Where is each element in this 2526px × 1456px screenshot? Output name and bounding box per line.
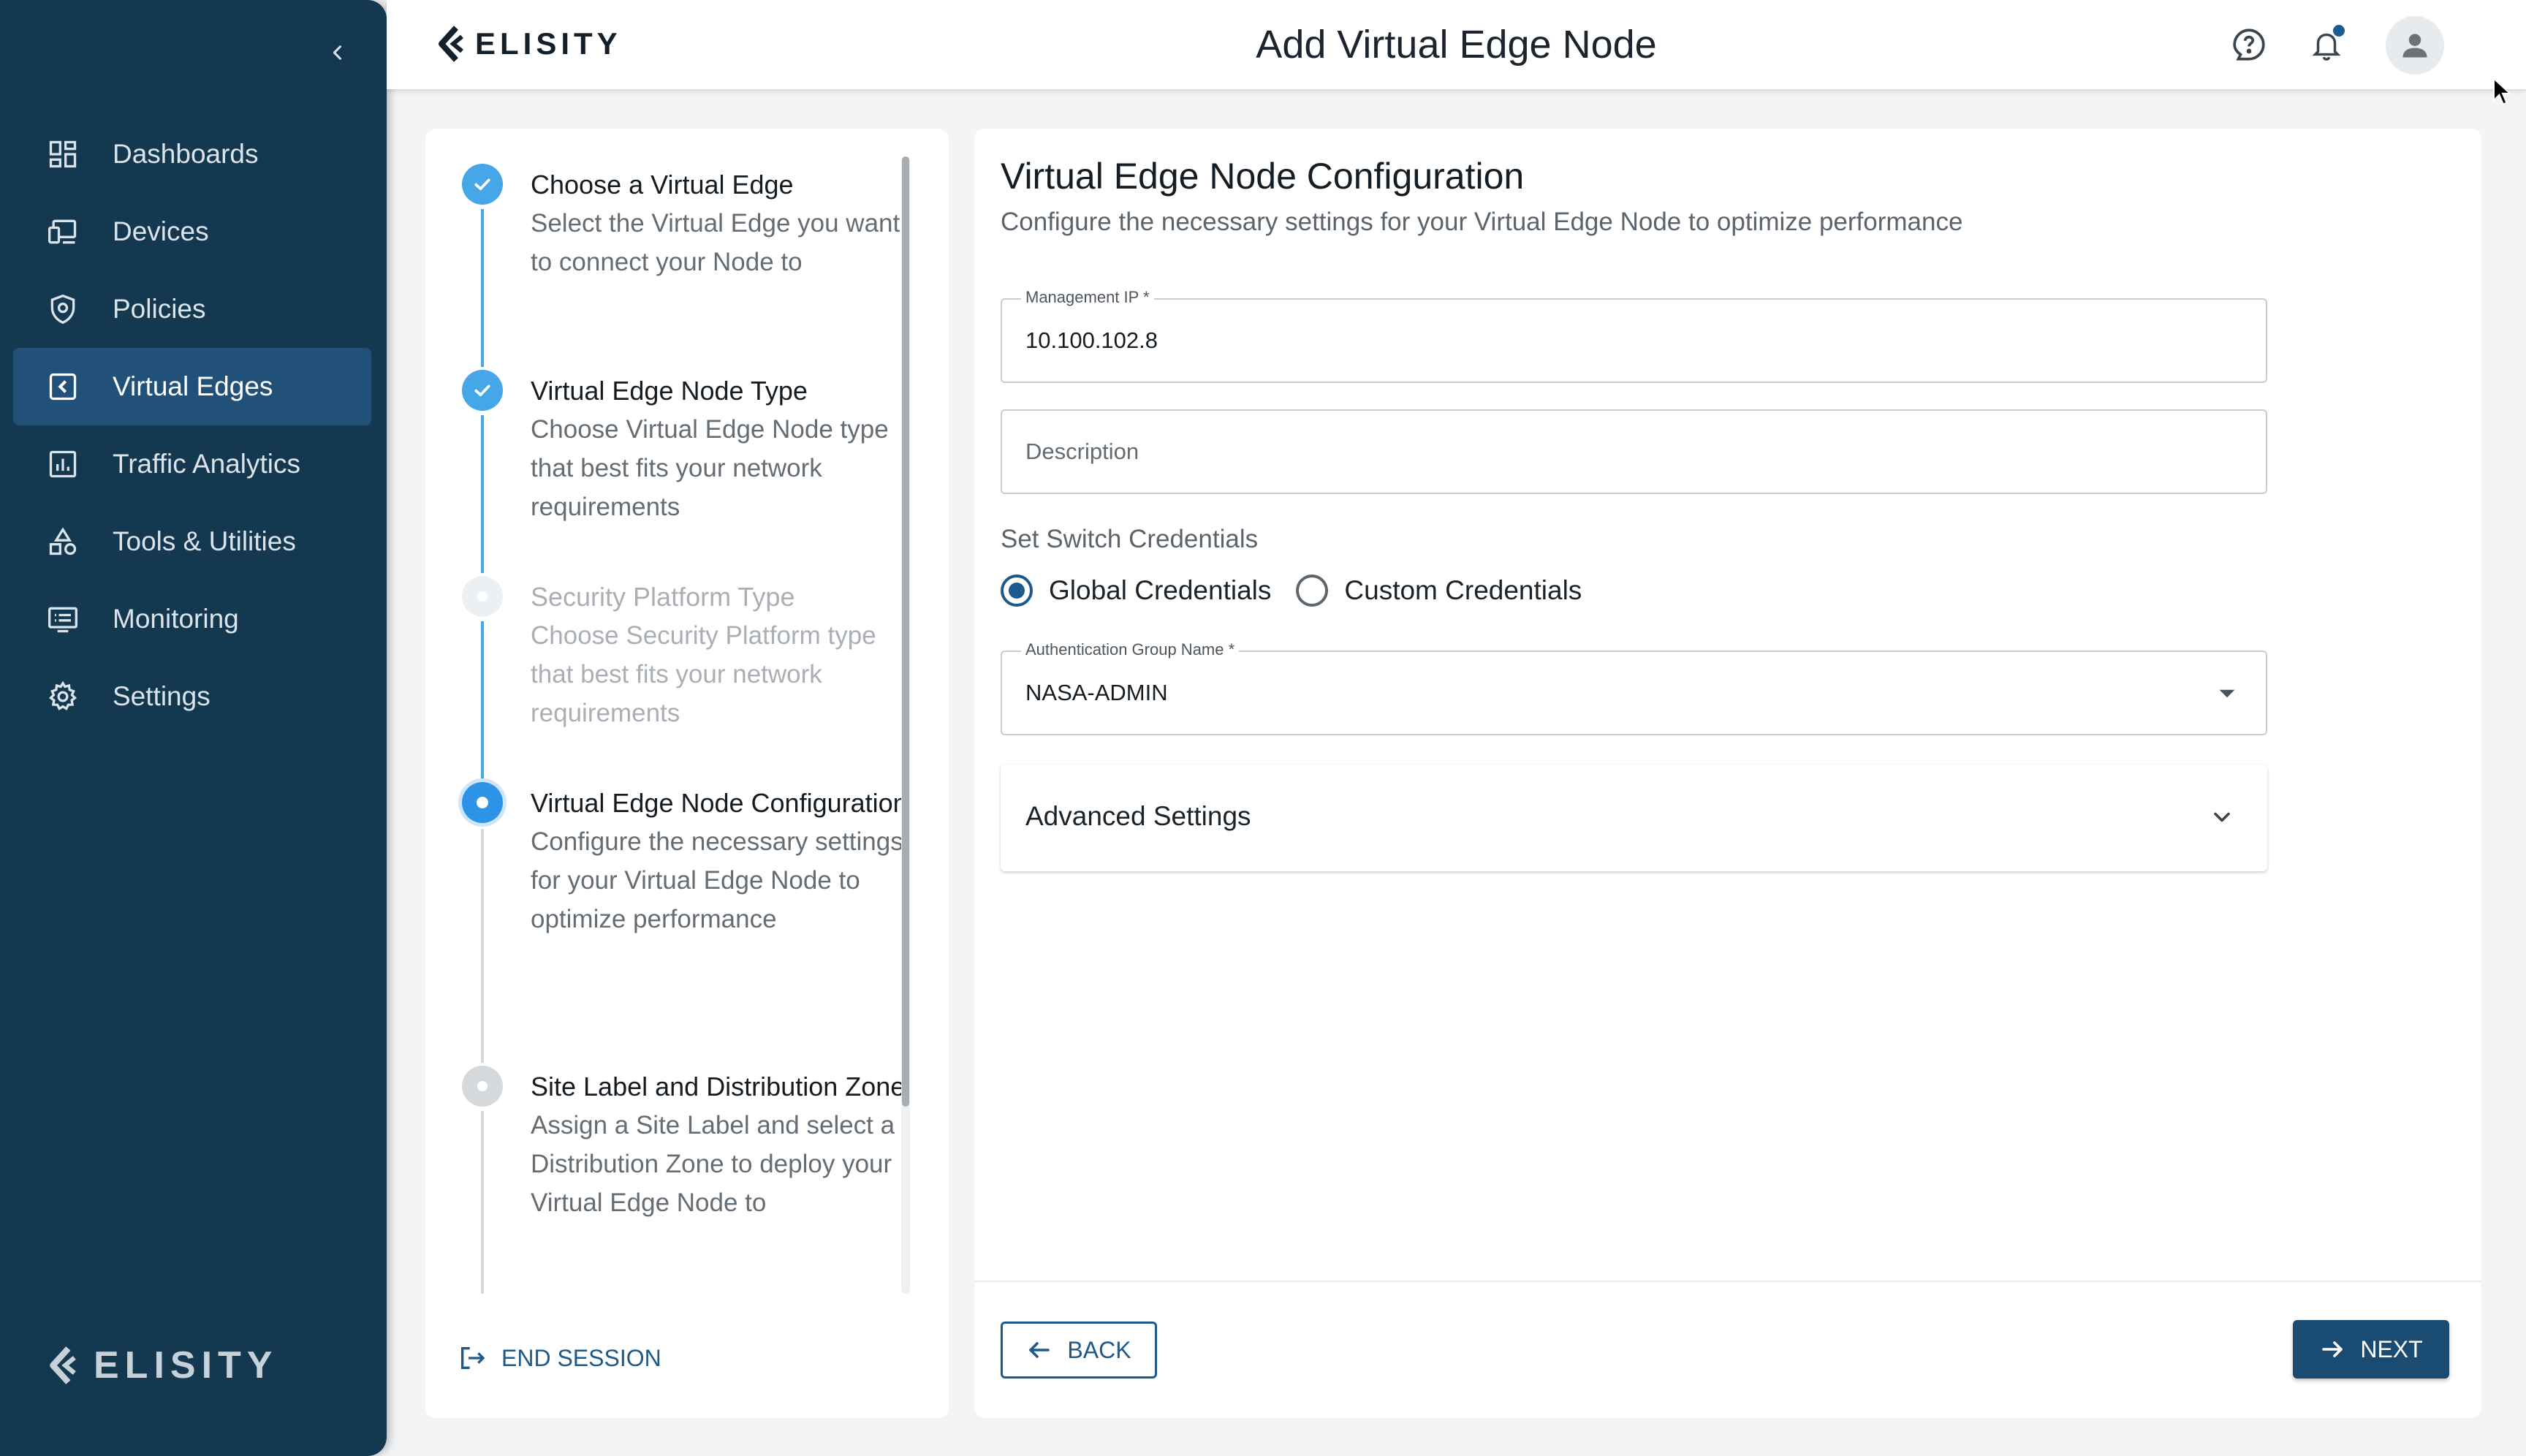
sidebar-logo: ELISITY (47, 1343, 278, 1387)
help-button[interactable] (2226, 22, 2272, 67)
notification-badge (2333, 25, 2345, 37)
advanced-settings-label: Advanced Settings (1025, 801, 1251, 831)
step-connector (481, 829, 484, 1063)
sidebar-item-label: Tools & Utilities (113, 526, 296, 556)
footer-divider (974, 1281, 2481, 1282)
step-pending-indicator (462, 1066, 503, 1107)
devices-icon (45, 214, 80, 249)
step-connector (481, 415, 484, 573)
step-title: Site Label and Distribution Zone (531, 1072, 906, 1102)
end-session-button[interactable]: END SESSION (458, 1343, 661, 1373)
credentials-radio-group: Global Credentials Custom Credentials (1001, 575, 1607, 607)
sidebar-item-devices[interactable]: Devices (13, 193, 371, 270)
stepper-scrollbar-thumb[interactable] (902, 156, 909, 1107)
management-ip-label: Management IP * (1021, 288, 1154, 307)
step-title: Security Platform Type (531, 582, 795, 612)
authentication-group-label: Authentication Group Name * (1021, 640, 1240, 659)
custom-credentials-radio[interactable]: Custom Credentials (1296, 575, 1582, 607)
help-icon (2233, 29, 2265, 61)
authentication-group-value: NASA-ADMIN (1025, 680, 1168, 705)
sidebar-item-traffic-analytics[interactable]: Traffic Analytics (13, 425, 371, 503)
step-active-indicator (462, 782, 503, 823)
end-session-label: END SESSION (501, 1344, 661, 1371)
radio-label: Custom Credentials (1344, 575, 1582, 605)
page-title: Add Virtual Edge Node (1256, 23, 1657, 67)
sidebar-item-policies[interactable]: Policies (13, 270, 371, 348)
collapse-sidebar-button[interactable] (320, 35, 355, 70)
sidebar: Dashboards Devices Policies Virtual Edge… (0, 0, 387, 1456)
step-title: Virtual Edge Node Configuration (531, 788, 908, 818)
authentication-group-select[interactable]: Authentication Group Name * NASA-ADMIN (1001, 640, 2267, 735)
sidebar-item-label: Traffic Analytics (113, 449, 301, 479)
sidebar-item-monitoring[interactable]: Monitoring (13, 580, 371, 658)
caret-down-icon (2218, 687, 2237, 704)
mouse-cursor-icon (2493, 77, 2511, 105)
user-icon (2402, 34, 2427, 58)
analytics-icon (45, 447, 80, 482)
sidebar-item-label: Policies (113, 294, 206, 324)
sidebar-logo-text: ELISITY (94, 1344, 278, 1387)
gear-icon (45, 679, 80, 714)
step-description: Select the Virtual Edge you want to conn… (531, 209, 900, 276)
steps-list: Choose a Virtual Edge Select the Virtual… (425, 129, 922, 1294)
step-title: Virtual Edge Node Type (531, 376, 808, 406)
check-icon (474, 178, 490, 191)
next-button[interactable]: NEXT (2293, 1320, 2449, 1379)
arrow-right-icon (2322, 1341, 2343, 1357)
check-icon (474, 384, 490, 397)
advanced-settings-accordion[interactable]: Advanced Settings (1001, 765, 2267, 871)
sidebar-item-tools-utilities[interactable]: Tools & Utilities (13, 503, 371, 580)
sidebar-item-label: Monitoring (113, 604, 239, 634)
step-complete-indicator (462, 164, 503, 205)
elisity-logo-icon (50, 1346, 76, 1384)
radio-unselected-indicator (1296, 575, 1329, 607)
step-connector (481, 209, 484, 367)
sidebar-item-label: Virtual Edges (113, 371, 273, 401)
global-credentials-radio[interactable]: Global Credentials (1001, 575, 1271, 607)
step-disabled-indicator (462, 576, 503, 617)
step-description: Assign a Site Label and select a Distrib… (531, 1111, 895, 1217)
monitor-icon (45, 602, 80, 637)
sidebar-item-dashboards[interactable]: Dashboards (13, 115, 371, 193)
sidebar-item-label: Devices (113, 216, 209, 246)
back-label: BACK (1067, 1336, 1131, 1363)
step-connector (481, 621, 484, 779)
radio-selected-indicator (1001, 575, 1033, 607)
chevron-left-icon (333, 45, 342, 60)
dashboard-icon (45, 137, 80, 172)
step-description: Choose Virtual Edge Node type that best … (531, 415, 889, 521)
sidebar-item-virtual-edges[interactable]: Virtual Edges (13, 348, 371, 425)
tools-icon (45, 524, 80, 559)
notifications-button[interactable] (2304, 22, 2349, 67)
next-label: NEXT (2360, 1335, 2423, 1362)
step-description: Choose Security Platform type that best … (531, 621, 876, 727)
user-avatar[interactable] (2386, 16, 2444, 75)
management-ip-value: 10.100.102.8 (1025, 327, 1158, 353)
chevron-down-icon (2209, 804, 2235, 834)
description-field[interactable]: Description (1001, 409, 2267, 494)
logout-icon (461, 1347, 485, 1369)
step-description: Configure the necessary settings for you… (531, 827, 903, 933)
form-subtitle: Configure the necessary settings for you… (1001, 208, 1963, 236)
switch-credentials-label: Set Switch Credentials (1001, 525, 1259, 553)
sidebar-item-label: Dashboards (113, 139, 259, 169)
radio-label: Global Credentials (1049, 575, 1272, 605)
step-complete-indicator (462, 370, 503, 411)
description-placeholder: Description (1025, 439, 1139, 464)
management-ip-field[interactable]: Management IP * 10.100.102.8 (1001, 288, 2267, 383)
sidebar-nav: Dashboards Devices Policies Virtual Edge… (13, 115, 371, 735)
step-title: Choose a Virtual Edge (531, 170, 794, 200)
wizard-stepper-panel: Choose a Virtual Edge Select the Virtual… (425, 129, 949, 1418)
sidebar-item-label: Settings (113, 681, 210, 711)
form-title: Virtual Edge Node Configuration (1001, 156, 1525, 197)
shield-icon (45, 292, 80, 327)
back-button[interactable]: BACK (1001, 1322, 1157, 1379)
sidebar-item-settings[interactable]: Settings (13, 658, 371, 735)
arrow-left-icon (1029, 1342, 1050, 1358)
step-connector (481, 1111, 484, 1294)
virtual-edge-icon (45, 369, 80, 404)
